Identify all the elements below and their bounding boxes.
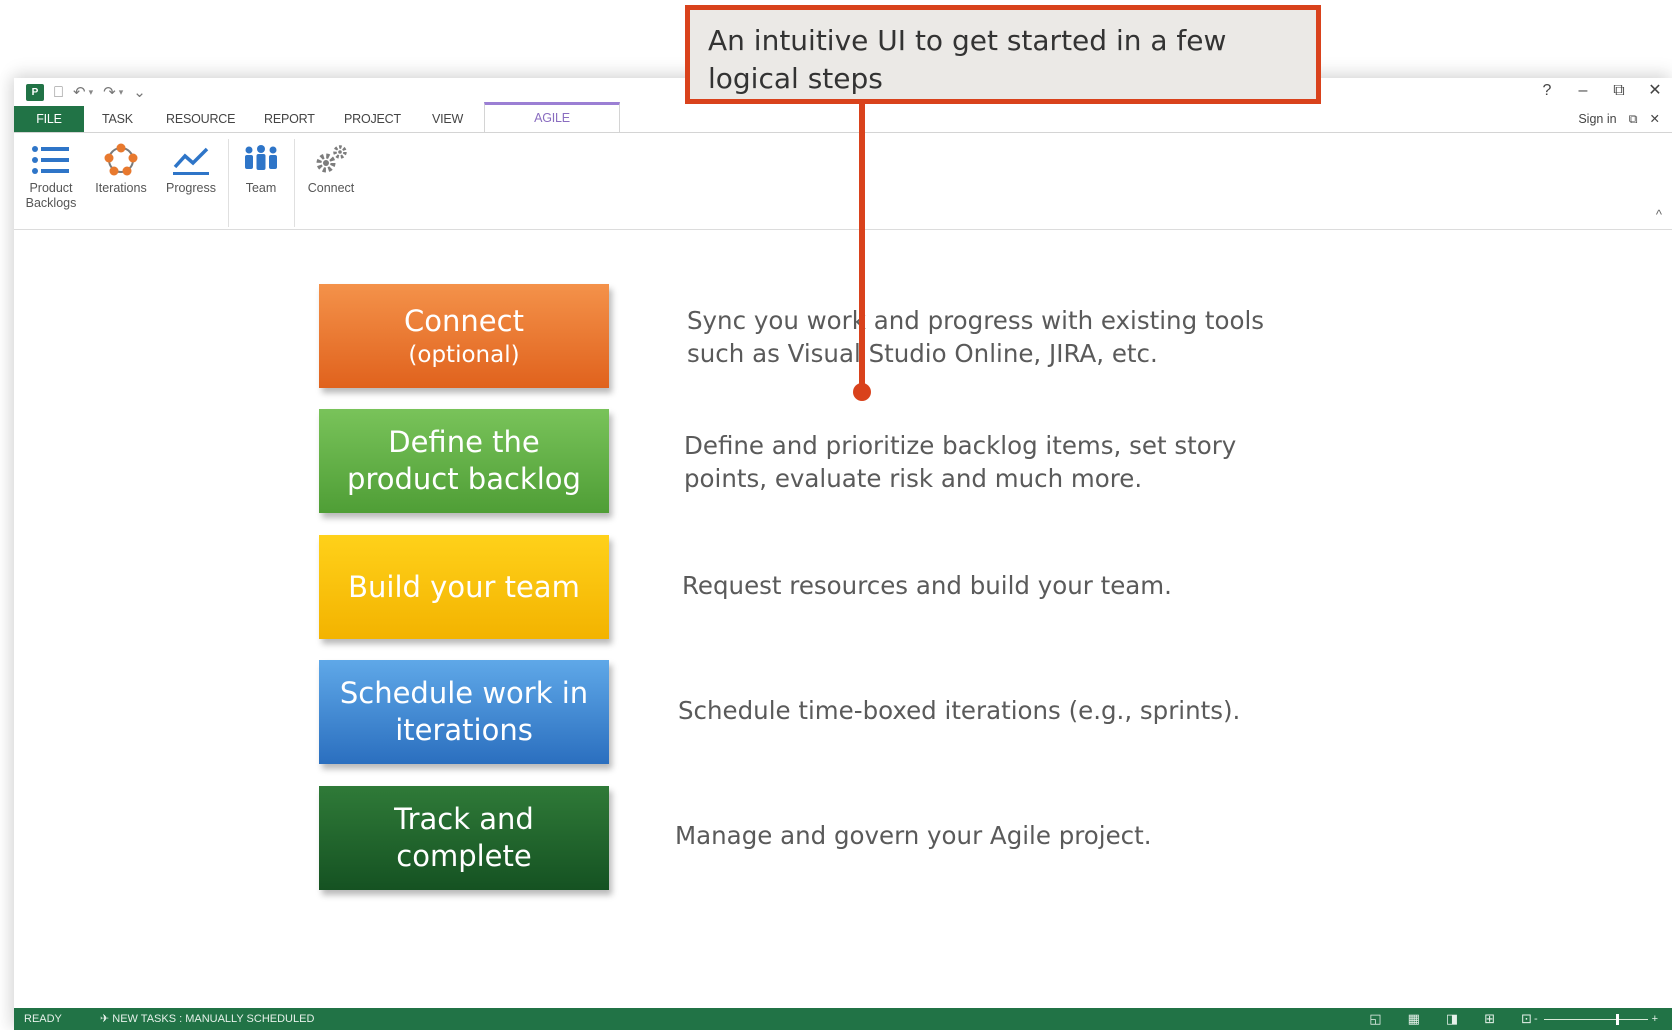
- report-view-icon[interactable]: ⊡: [1521, 1008, 1532, 1030]
- view-shortcuts: ◱ ▦ ◨ ⊞ ⊡: [1369, 1008, 1532, 1030]
- connect-step-title: Connect: [404, 303, 524, 338]
- zoom-slider[interactable]: - +: [1534, 1008, 1658, 1030]
- build-team-step-description: Request resources and build your team.: [682, 571, 1172, 600]
- product-backlogs-icon: [32, 146, 69, 174]
- callout-pointer-dot: [853, 383, 871, 401]
- close-document-button[interactable]: ✕: [1650, 106, 1660, 132]
- status-bar: READY ✈ NEW TASKS : MANUALLY SCHEDULED ◱…: [14, 1008, 1672, 1030]
- build-team-step-title: Build your team: [348, 569, 580, 604]
- product-backlogs-label-line2: Backlogs: [25, 196, 77, 210]
- schedule-iterations-step-title: Schedule work in iterations: [339, 676, 589, 747]
- restore-button[interactable]: ⧉: [1612, 82, 1626, 100]
- schedule-iterations-step-button[interactable]: Schedule work in iterations: [319, 660, 609, 764]
- tab-task[interactable]: TASK: [102, 106, 133, 132]
- progress-button[interactable]: Progress: [158, 143, 224, 196]
- callout-connector-line: [859, 104, 865, 390]
- team-planner-view-icon[interactable]: ◨: [1446, 1008, 1458, 1030]
- zoom-out-button[interactable]: -: [1534, 1008, 1538, 1030]
- define-backlog-step-description: Define and prioritize backlog items, set…: [684, 431, 1237, 493]
- tab-file[interactable]: FILE: [14, 106, 84, 132]
- quick-access-toolbar: P ⎕ ↶ ▾ ↷ ▾ ⌄: [26, 84, 146, 101]
- connect-step-subtitle: (optional): [408, 341, 520, 368]
- redo-dropdown-icon[interactable]: ▾: [119, 87, 124, 98]
- zoom-in-button[interactable]: +: [1652, 1008, 1658, 1030]
- tab-agile[interactable]: AGILE: [484, 102, 620, 132]
- collapse-ribbon-icon[interactable]: ^: [1656, 207, 1662, 222]
- status-ready: READY: [24, 1013, 62, 1025]
- minimize-button[interactable]: –: [1576, 82, 1590, 100]
- connect-step-description: Sync you work and progress with existing…: [687, 306, 1265, 368]
- task-usage-view-icon[interactable]: ▦: [1408, 1008, 1420, 1030]
- define-backlog-step-button[interactable]: Define the product backlog: [319, 409, 609, 513]
- iterations-button[interactable]: Iterations: [88, 143, 154, 196]
- progress-icon: [173, 147, 209, 175]
- undo-dropdown-icon[interactable]: ▾: [89, 87, 94, 98]
- define-backlog-step-title: Define the product backlog: [347, 425, 581, 496]
- new-tasks-mode[interactable]: ✈ NEW TASKS : MANUALLY SCHEDULED: [100, 1008, 314, 1030]
- gears-icon: [316, 145, 347, 173]
- build-team-step-button[interactable]: Build your team: [319, 535, 609, 639]
- tab-report[interactable]: REPORT: [264, 106, 315, 132]
- help-button[interactable]: ?: [1540, 82, 1554, 100]
- zoom-track: [1544, 1019, 1648, 1020]
- track-complete-step-button[interactable]: Track and complete: [319, 786, 609, 890]
- customize-qat-icon[interactable]: ⌄: [133, 84, 146, 101]
- callout-box: An intuitive UI to get started in a few …: [685, 5, 1321, 104]
- progress-label: Progress: [165, 181, 217, 195]
- window-controls: ? – ⧉ ✕: [1540, 82, 1662, 100]
- project-window: P ⎕ ↶ ▾ ↷ ▾ ⌄ ? – ⧉ ✕ FILE TASK RESOURCE…: [14, 78, 1672, 1030]
- project-app-icon: P: [26, 84, 44, 101]
- zoom-thumb[interactable]: [1616, 1014, 1619, 1025]
- tab-project[interactable]: PROJECT: [344, 106, 401, 132]
- schedule-iterations-step-description: Schedule time-boxed iterations (e.g., sp…: [678, 696, 1241, 725]
- team-button[interactable]: Team: [228, 143, 294, 196]
- connect-label: Connect: [307, 181, 355, 195]
- undo-icon[interactable]: ↶: [73, 84, 86, 101]
- product-backlogs-button[interactable]: Product Backlogs: [18, 143, 84, 211]
- account-area: Sign in ⧉ ✕: [1578, 106, 1660, 132]
- track-complete-step-description: Manage and govern your Agile project.: [675, 821, 1152, 850]
- iterations-label: Iterations: [95, 181, 147, 195]
- resource-sheet-view-icon[interactable]: ⊞: [1484, 1008, 1495, 1030]
- team-icon: [245, 145, 277, 170]
- product-backlogs-label-line1: Product: [29, 181, 73, 195]
- ribbon-display-options-icon[interactable]: ⧉: [1629, 106, 1638, 132]
- iterations-icon: [104, 143, 138, 176]
- close-button[interactable]: ✕: [1648, 82, 1662, 100]
- agile-ribbon: Product Backlogs Iterations Progress Tea…: [14, 133, 1672, 230]
- sign-in-link[interactable]: Sign in: [1578, 106, 1616, 132]
- redo-icon[interactable]: ↷: [103, 84, 116, 101]
- team-label: Team: [245, 181, 277, 195]
- track-complete-step-title: Track and complete: [394, 802, 534, 873]
- ribbon-separator: [294, 139, 295, 227]
- connect-button[interactable]: Connect: [298, 143, 364, 196]
- save-icon[interactable]: ⎕: [54, 84, 63, 101]
- connect-step-button[interactable]: Connect (optional): [319, 284, 609, 388]
- ribbon-tabs: FILE TASK RESOURCE REPORT PROJECT VIEW A…: [14, 102, 1672, 133]
- tab-view[interactable]: VIEW: [432, 106, 463, 132]
- tab-resource[interactable]: RESOURCE: [166, 106, 235, 132]
- gantt-view-icon[interactable]: ◱: [1369, 1008, 1381, 1030]
